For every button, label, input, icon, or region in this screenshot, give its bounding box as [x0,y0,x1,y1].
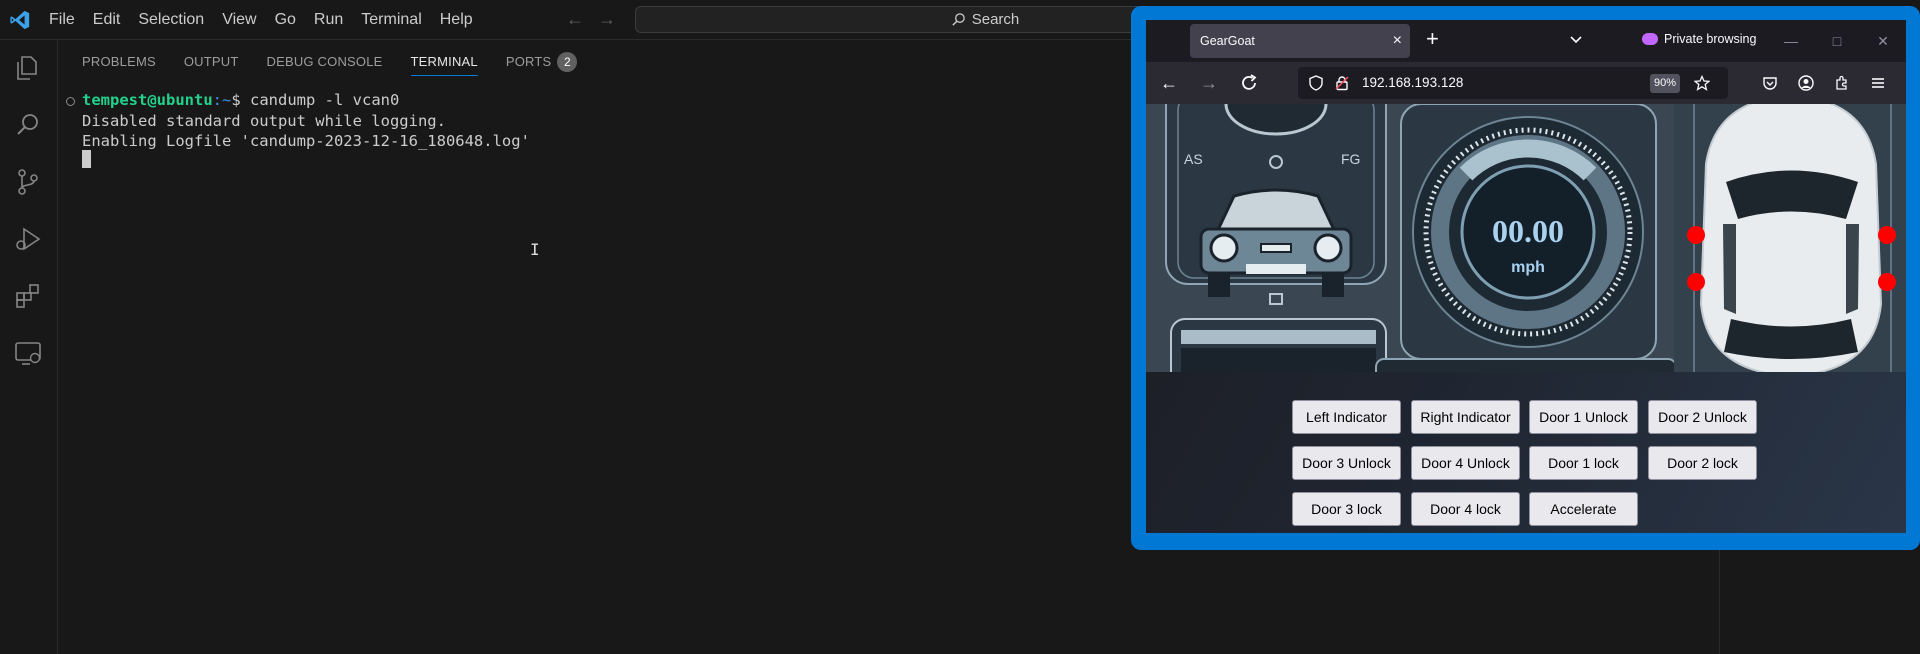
bookmark-star-icon[interactable] [1694,75,1710,91]
prompt-symbol: $ [231,91,250,109]
go-forward-icon[interactable]: → [598,9,616,30]
terminal-output-line: Enabling Logfile 'candump-2023-12-16_180… [82,132,530,150]
terminal-cursor [82,150,91,168]
door-1-lock-button[interactable]: Door 1 lock [1529,446,1638,480]
menu-terminal[interactable]: Terminal [352,0,430,40]
forward-icon[interactable]: → [1198,72,1220,94]
door-4-unlock-button[interactable]: Door 4 Unlock [1411,446,1520,480]
menu-help[interactable]: Help [431,0,482,40]
menu-file[interactable]: File [40,0,84,40]
page-content: AS FG 00.00 mph Left Indicator Right Ind… [1146,104,1906,533]
speed-unit: mph [1511,259,1545,276]
remote-explorer-icon[interactable] [13,338,43,368]
run-debug-icon[interactable] [13,224,43,254]
close-window-icon[interactable]: ✕ [1860,33,1906,50]
door-3-indicator [1687,273,1705,291]
menu-view[interactable]: View [213,0,265,40]
address-bar[interactable]: 192.168.193.128 90% [1298,67,1728,99]
right-indicator-button[interactable]: Right Indicator [1411,400,1520,434]
terminal-command: candump -l vcan0 [250,91,400,109]
window-controls: — □ ✕ [1768,20,1906,62]
tab-terminal[interactable]: TERMINAL [397,40,492,84]
tab-ports[interactable]: PORTS 2 [492,40,592,84]
menu-selection[interactable]: Selection [129,0,213,40]
panel-tab-bar: PROBLEMS OUTPUT DEBUG CONSOLE TERMINAL P… [58,40,591,84]
maximize-icon[interactable]: □ [1814,33,1860,49]
activity-bar [0,40,58,654]
tab-debug-console[interactable]: DEBUG CONSOLE [253,40,397,84]
private-browsing-label: Private browsing [1664,32,1757,46]
vscode-logo-icon[interactable] [8,9,32,31]
close-tab-icon[interactable]: × [1393,24,1402,58]
door-2-indicator [1878,226,1896,244]
private-mask-icon [1642,33,1658,45]
left-gauge-label: AS [1184,151,1203,167]
door-2-unlock-button[interactable]: Door 2 Unlock [1648,400,1757,434]
browser-navigation-bar: ← → 192.168.193.128 90% [1146,62,1906,104]
pocket-icon[interactable] [1762,75,1778,91]
terminal-prompt-line: tempest@ubuntu:~$ candump -l vcan0 [82,90,399,111]
door-4-indicator [1878,273,1896,291]
terminal-output-line: Disabled standard output while logging. [82,111,446,130]
search-icon [952,13,965,26]
prompt-user: tempest@ubuntu [82,91,213,109]
tab-problems[interactable]: PROBLEMS [68,40,170,84]
prompt-path: :~ [212,91,232,109]
command-center-label: Search [971,11,1020,28]
door-3-unlock-button[interactable]: Door 3 Unlock [1292,446,1401,480]
insecure-lock-icon[interactable] [1334,75,1350,91]
browser-tab-title: GearGoat [1200,34,1255,48]
right-gauge-label: FG [1341,151,1360,167]
car-dashboard-image: AS FG 00.00 mph [1146,104,1906,372]
speed-readout: 00.00 [1492,213,1564,249]
tracking-protection-icon[interactable] [1308,75,1324,91]
browser-tab-geargoat[interactable]: GearGoat × [1190,24,1410,58]
private-browsing-indicator: Private browsing [1642,32,1756,46]
reload-icon[interactable] [1238,72,1260,94]
extensions-puzzle-icon[interactable] [1834,75,1850,91]
account-icon[interactable] [1798,75,1814,91]
door-4-lock-button[interactable]: Door 4 lock [1411,492,1520,526]
explorer-icon[interactable] [13,53,43,83]
left-indicator-button[interactable]: Left Indicator [1292,400,1401,434]
new-tab-icon[interactable]: + [1426,26,1439,52]
zoom-level-badge[interactable]: 90% [1650,74,1680,93]
door-2-lock-button[interactable]: Door 2 lock [1648,446,1757,480]
mouse-text-cursor-icon: I [530,240,540,259]
search-icon[interactable] [13,110,43,140]
app-menu-icon[interactable] [1870,75,1886,91]
extensions-icon[interactable] [13,281,43,311]
source-control-icon[interactable] [13,167,43,197]
list-all-tabs-icon[interactable] [1568,32,1584,48]
door-1-indicator [1687,226,1705,244]
door-1-unlock-button[interactable]: Door 1 Unlock [1529,400,1638,434]
menu-edit[interactable]: Edit [84,0,130,40]
tab-ports-label: PORTS [505,54,552,69]
browser-window: GearGoat × + Private browsing — □ ✕ ← → [1146,20,1906,533]
browser-tab-bar: GearGoat × + Private browsing — □ ✕ [1146,20,1906,62]
go-back-icon[interactable]: ← [566,9,584,30]
history-navigation: ← → [566,9,616,30]
tab-output[interactable]: OUTPUT [170,40,253,84]
menu-run[interactable]: Run [305,0,352,40]
ports-count-badge: 2 [557,52,578,72]
command-decoration-icon[interactable] [66,97,75,106]
accelerate-button[interactable]: Accelerate [1529,492,1638,526]
menu-bar: File Edit Selection View Go Run Terminal… [40,0,482,40]
door-3-lock-button[interactable]: Door 3 lock [1292,492,1401,526]
url-text: 192.168.193.128 [1362,75,1464,90]
minimize-icon[interactable]: — [1768,33,1814,49]
back-icon[interactable]: ← [1158,72,1180,94]
menu-go[interactable]: Go [266,0,305,40]
